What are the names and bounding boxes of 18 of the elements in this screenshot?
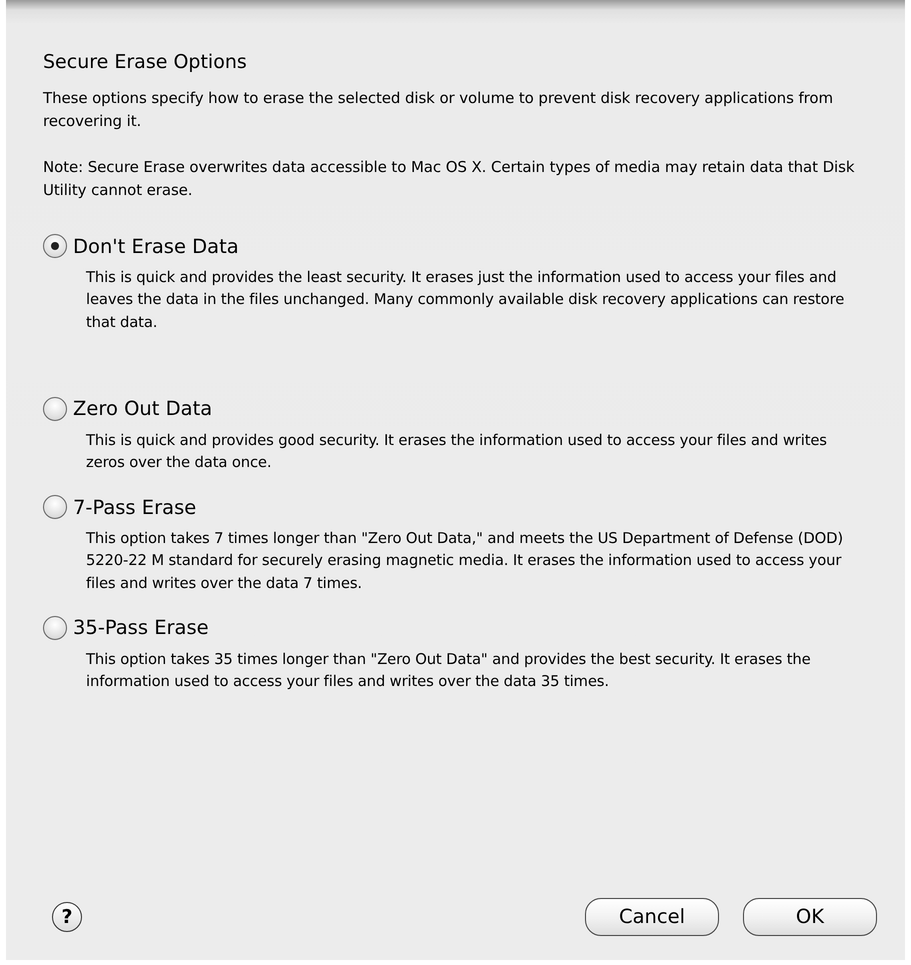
- ok-button[interactable]: OK: [743, 898, 877, 936]
- radio-button[interactable]: [43, 495, 67, 520]
- option-description: This is quick and provides the least security. It erases just the information used to access your files and leaves the data in the files unchanged. Many commonly available disk recovery applications can restore that data.: [86, 268, 846, 333]
- radio-button[interactable]: [43, 396, 67, 421]
- option-description: This is quick and provides good security. It erases the information used to access your files and writes zeros over the data once.: [86, 430, 828, 473]
- option-description: This option takes 35 times longer than "Zero Out Data" and provides the best security. It erases the information used to access your files and writes over the data 35 times.: [86, 650, 812, 692]
- help-button[interactable]: ?: [52, 902, 82, 932]
- radio-button[interactable]: [43, 234, 67, 258]
- radio-option[interactable]: 35-Pass Erase: [43, 613, 209, 642]
- radio-option[interactable]: Don't Erase Data: [43, 232, 239, 261]
- note-text: Note: Secure Erase overwrites data accessible to Mac OS X. Certain types of media may retain data that Disk Utility cannot erase.: [43, 156, 856, 200]
- cancel-button[interactable]: Cancel: [585, 898, 719, 936]
- radio-button[interactable]: [43, 616, 67, 640]
- radio-option[interactable]: Zero Out Data: [43, 394, 212, 424]
- radio-option[interactable]: 7-Pass Erase: [43, 492, 196, 522]
- option-description: This option takes 7 times longer than "Zero Out Data," and meets the US Department of Defense (DOD) 5220-22 M standard for securely erasing magnetic media. It erases the information used to access your files and writes over the data 7 times.: [86, 528, 844, 594]
- dialog-title: Secure Erase Options: [43, 50, 248, 75]
- intro-text: These options specify how to erase the selected disk or volume to prevent disk recovery applications from recovering it.: [43, 88, 834, 132]
